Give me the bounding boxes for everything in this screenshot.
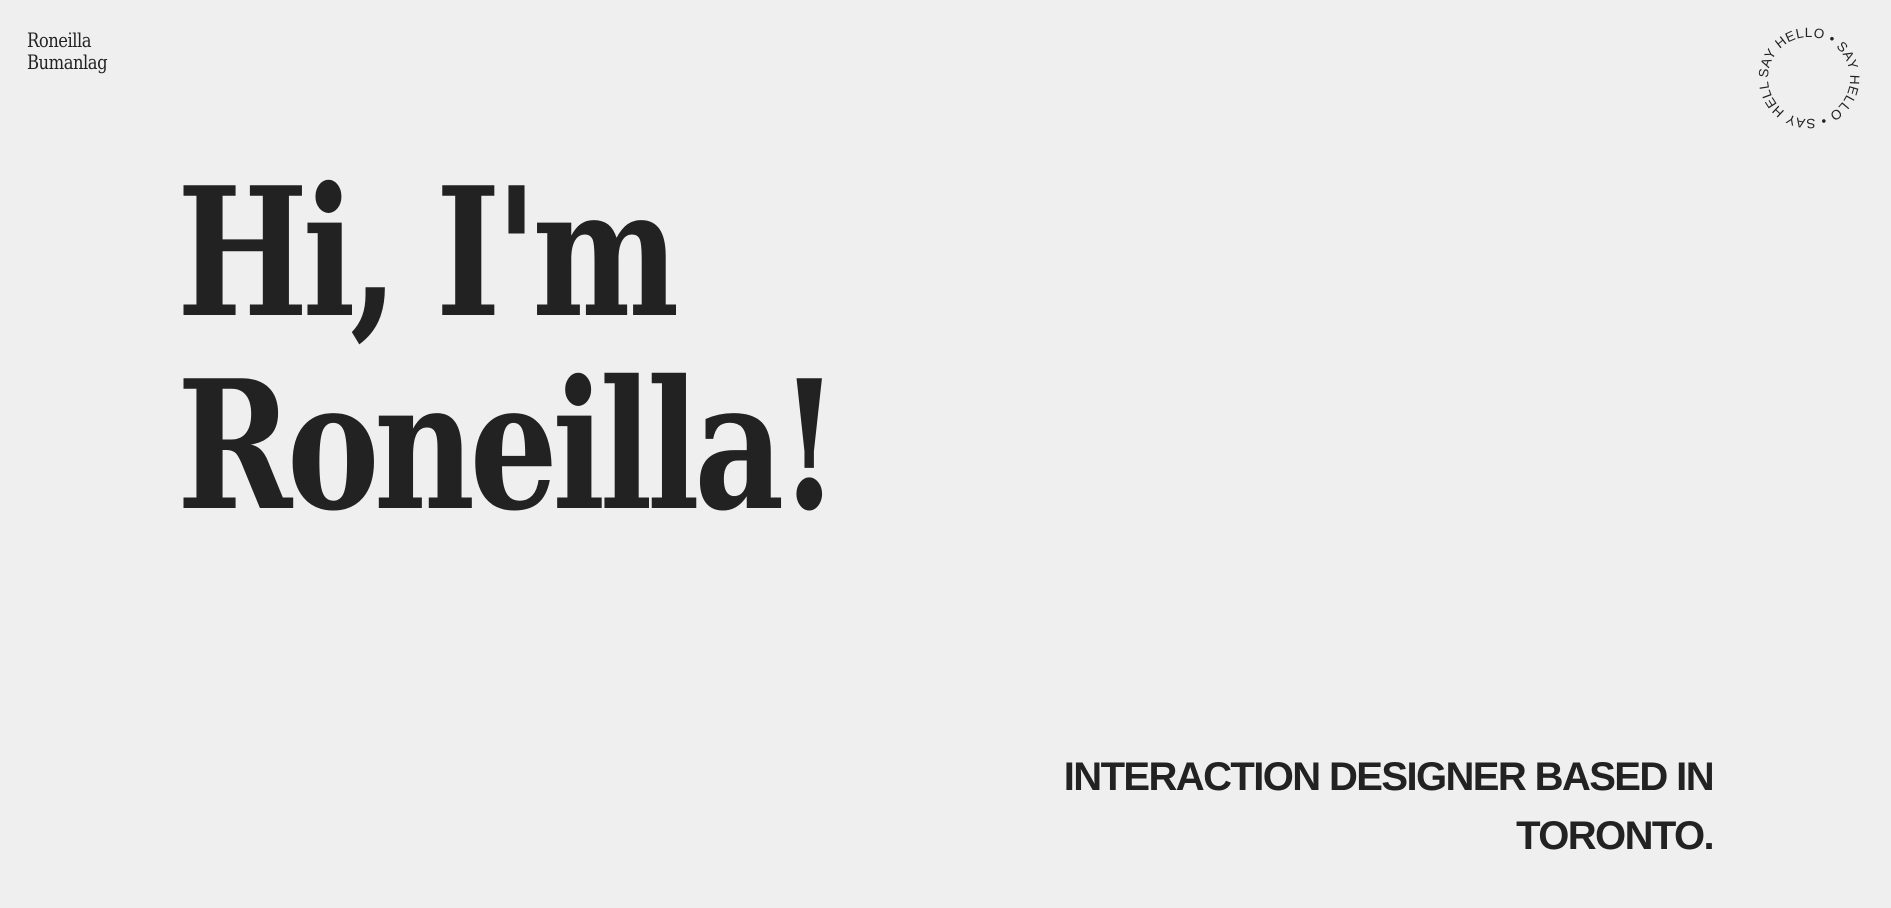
say-hello-circle-icon: SAY HELLO • SAY HELLO • SAY HELLO • (1757, 26, 1861, 130)
say-hello-text: SAY HELLO • SAY HELLO • SAY HELLO • (1757, 26, 1861, 130)
hero-heading: Hi, I'm Roneilla! (177, 148, 840, 550)
svg-text:SAY HELLO • SAY HELLO • SAY HE: SAY HELLO • SAY HELLO • SAY HELLO • (1757, 26, 1861, 130)
logo-last-name: Bumanlag (27, 50, 108, 74)
logo-link[interactable]: Roneilla Bumanlag (27, 28, 108, 74)
page: Roneilla Bumanlag SAY HELLO • SAY HELLO … (0, 0, 1891, 908)
say-hello-button[interactable]: SAY HELLO • SAY HELLO • SAY HELLO • (1757, 26, 1861, 130)
tagline: INTERACTION DESIGNER BASED IN TORONTO. (1063, 755, 1715, 858)
hero-name: Roneilla! (177, 341, 840, 550)
logo-first-name: Roneilla (27, 28, 92, 52)
hero-greeting: Hi, I'm (177, 148, 679, 357)
